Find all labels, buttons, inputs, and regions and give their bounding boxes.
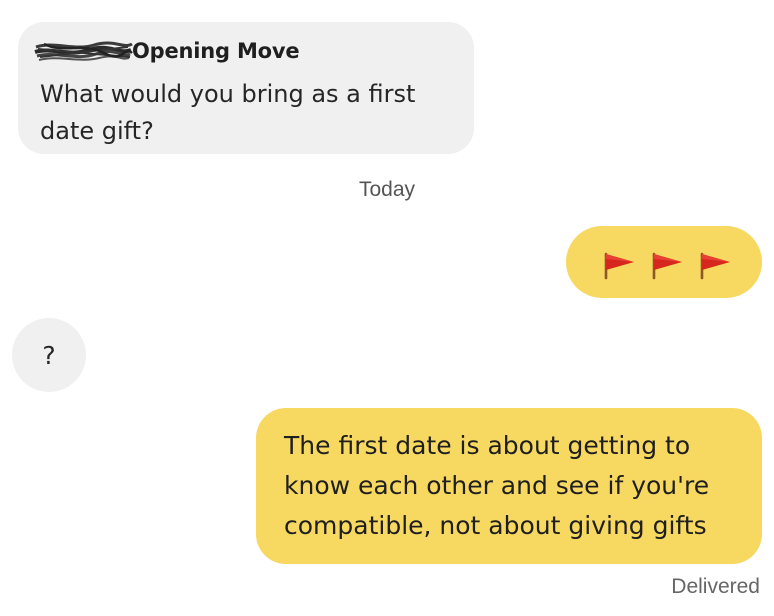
outgoing-message-bubble[interactable] — [566, 226, 762, 298]
delivery-status: Delivered — [671, 575, 760, 598]
message-text-line: know each other and see if you're — [284, 471, 710, 500]
opening-move-header: Opening Move — [34, 34, 452, 68]
red-flag-icon — [694, 242, 734, 282]
outgoing-message-bubble[interactable]: The first date is about getting to know … — [256, 408, 762, 564]
opening-move-label: Opening Move — [132, 39, 300, 63]
redacted-name-scribble — [34, 39, 133, 63]
opening-move-bubble[interactable]: Opening Move What would you bring as a f… — [18, 22, 474, 154]
red-flag-icon — [646, 242, 686, 282]
message-text: ? — [42, 340, 56, 370]
opening-move-question: What would you bring as a first date gif… — [40, 80, 416, 145]
incoming-message-bubble[interactable]: ? — [12, 318, 86, 392]
date-separator: Today — [358, 178, 416, 201]
message-text-line: The first date is about getting to — [284, 431, 691, 460]
red-flag-icon — [598, 242, 638, 282]
message-text-line: compatible, not about giving gifts — [284, 511, 707, 540]
